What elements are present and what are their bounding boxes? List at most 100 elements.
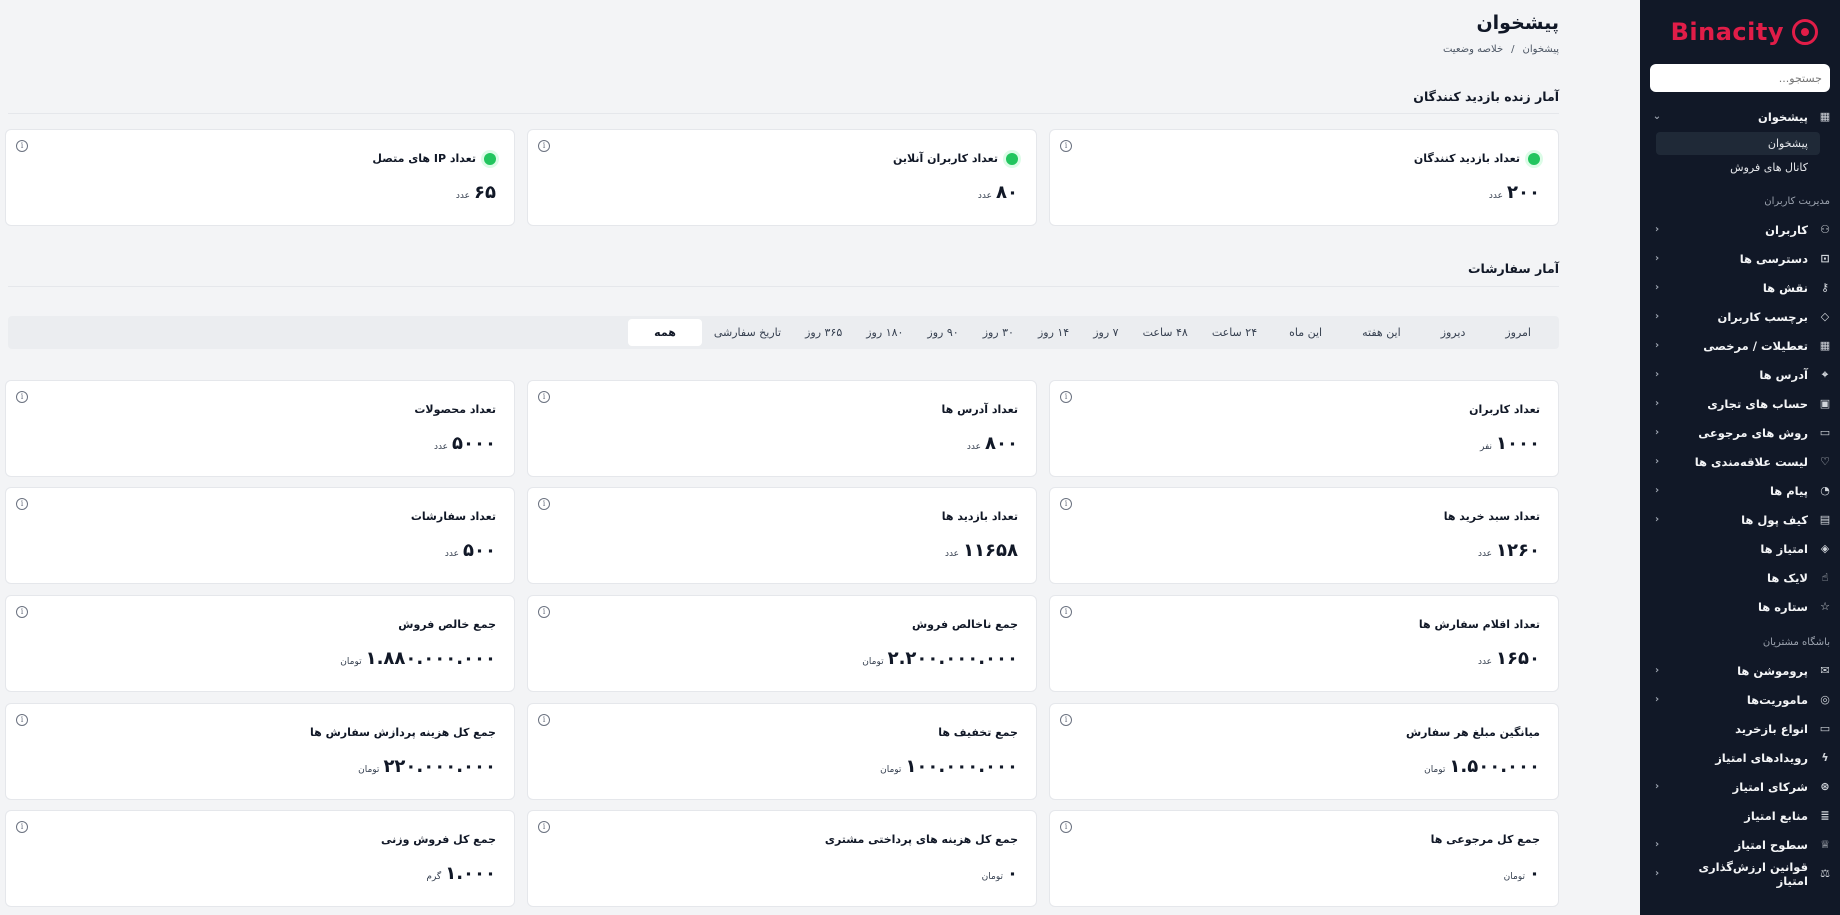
sidebar-item-users-11[interactable]: ◈ امتیاز ها — [1640, 534, 1840, 563]
filter-tab[interactable]: ۲۴ ساعت — [1200, 319, 1269, 346]
info-icon[interactable]: i — [538, 606, 550, 618]
stat-value: ۱۲۶۰ عدد — [1478, 540, 1540, 561]
stat-title-text: جمع کل مرجوعی ها — [1430, 833, 1540, 846]
sidebar-item-dashboard[interactable]: ▦ پیشخوان ⌄ — [1640, 102, 1840, 131]
chevron-left-icon[interactable]: ‹ — [1650, 514, 1664, 525]
info-icon[interactable]: i — [16, 140, 28, 152]
filter-tab[interactable]: ۱۸۰ روز — [854, 319, 915, 346]
stat-unit: عدد — [1477, 657, 1493, 667]
stat-card: تعداد بازدید ها i ۱۱۶۵۸ عدد — [527, 487, 1037, 584]
sidebar-item-club-2[interactable]: ▭ انواع بازخرید — [1640, 714, 1840, 743]
info-icon[interactable]: i — [16, 606, 28, 618]
sidebar-item-users-1[interactable]: ⊡ دسترسی ها ‹ — [1640, 244, 1840, 273]
brand[interactable]: Binacity — [1640, 0, 1840, 64]
key-icon: ⚷ — [1820, 281, 1830, 294]
chevron-left-icon[interactable]: ‹ — [1650, 398, 1664, 409]
sidebar-item-club-1[interactable]: ◎ ماموریت‌ها ‹ — [1640, 685, 1840, 714]
sidebar-item-club-3[interactable]: ϟ رویدادهای امتیاز — [1640, 743, 1840, 772]
info-icon[interactable]: i — [538, 391, 550, 403]
stat-number: ۵۰۰۰ — [452, 433, 496, 454]
info-icon[interactable]: i — [1060, 714, 1072, 726]
points-icon: ◈ — [1820, 542, 1830, 555]
sidebar-item-users-12[interactable]: ☝ لایک ها — [1640, 563, 1840, 592]
info-icon[interactable]: i — [538, 498, 550, 510]
sidebar-item-club-4[interactable]: ⊛ شرکای امتیاز ‹ — [1640, 772, 1840, 801]
filter-tab[interactable]: ۷ روز — [1081, 319, 1130, 346]
location-pin-icon: ⌖ — [1821, 367, 1829, 381]
sidebar-item-users-5[interactable]: ⌖ آدرس ها ‹ — [1640, 360, 1840, 389]
stat-unit: تومان — [1424, 765, 1446, 775]
stat-title: تعداد آدرس ها — [942, 403, 1018, 416]
stat-unit: عدد — [433, 442, 449, 452]
sidebar-item-club-7[interactable]: ⚖ قوانین ارزش‌گذاری امتیاز ‹ — [1640, 859, 1840, 888]
sidebar-item-users-3[interactable]: ◇ برچسب کاربران ‹ — [1640, 302, 1840, 331]
filter-tab[interactable]: ۹۰ روز — [915, 319, 970, 346]
filter-tab[interactable]: این ماه — [1269, 319, 1342, 346]
logo-icon — [1792, 19, 1818, 45]
filter-tab[interactable]: ۳۰ روز — [971, 319, 1026, 346]
sidebar-subitem-sales-channels[interactable]: کانال های فروش — [1656, 156, 1820, 179]
stat-card: تعداد آدرس ها i ۸۰۰ عدد — [527, 380, 1037, 477]
filter-tab[interactable]: تاریخ سفارشی — [702, 319, 793, 346]
info-icon[interactable]: i — [1060, 606, 1072, 618]
info-icon[interactable]: i — [538, 821, 550, 833]
info-icon[interactable]: i — [16, 821, 28, 833]
info-icon[interactable]: i — [1060, 391, 1072, 403]
filter-tab[interactable]: این هفته — [1342, 319, 1421, 346]
chevron-left-icon[interactable]: ‹ — [1650, 369, 1664, 380]
stat-unit: تومان — [1503, 872, 1525, 882]
filter-tab[interactable]: امروز — [1485, 319, 1551, 346]
stat-card: تعداد اقلام سفارش ها i ۱۶۵۰ عدد — [1049, 595, 1559, 692]
chevron-left-icon[interactable]: ‹ — [1650, 253, 1664, 264]
sidebar-item-users-4[interactable]: ▦ تعطیلات / مرخصی ‹ — [1640, 331, 1840, 360]
sidebar-item-label: لایک ها — [1767, 570, 1808, 585]
bell-icon: ◔ — [1820, 484, 1830, 497]
info-icon[interactable]: i — [538, 140, 550, 152]
chevron-down-icon[interactable]: ⌄ — [1650, 111, 1664, 122]
sidebar-item-users-0[interactable]: ⚇ کاربران ‹ — [1640, 215, 1840, 244]
chevron-left-icon[interactable]: ‹ — [1650, 224, 1664, 235]
filter-tab[interactable]: ۱۴ روز — [1026, 319, 1081, 346]
info-icon[interactable]: i — [538, 714, 550, 726]
sidebar-item-users-6[interactable]: ▣ حساب های تجاری ‹ — [1640, 389, 1840, 418]
sidebar-subitem-dashboard[interactable]: پیشخوان — [1656, 132, 1820, 155]
chevron-left-icon[interactable]: ‹ — [1650, 485, 1664, 496]
lock-icon: ⊡ — [1820, 252, 1830, 265]
chevron-left-icon[interactable]: ‹ — [1650, 694, 1664, 705]
sidebar-item-users-8[interactable]: ♡ لیست علاقه‌مندی ها ‹ — [1640, 447, 1840, 476]
stat-title-text: جمع ناخالص فروش — [912, 618, 1018, 631]
chevron-left-icon[interactable]: ‹ — [1650, 456, 1664, 467]
info-icon[interactable]: i — [16, 714, 28, 726]
chevron-left-icon[interactable]: ‹ — [1650, 340, 1664, 351]
sidebar-item-club-6[interactable]: ♕ سطوح امتیاز ‹ — [1640, 830, 1840, 859]
breadcrumb-home[interactable]: پیشخوان — [1523, 44, 1559, 55]
sidebar-item-label: سطوح امتیاز — [1734, 837, 1808, 852]
sidebar-item-users-7[interactable]: ▭ روش های مرجوعی ‹ — [1640, 418, 1840, 447]
filter-tab[interactable]: دیروز — [1421, 319, 1486, 346]
chevron-left-icon[interactable]: ‹ — [1650, 311, 1664, 322]
stat-unit: عدد — [444, 549, 460, 559]
info-icon[interactable]: i — [16, 391, 28, 403]
sidebar-item-club-0[interactable]: ✉ پروموشن ها ‹ — [1640, 656, 1840, 685]
info-icon[interactable]: i — [1060, 498, 1072, 510]
chevron-left-icon[interactable]: ‹ — [1650, 282, 1664, 293]
chevron-left-icon[interactable]: ‹ — [1650, 839, 1664, 850]
sidebar-item-users-13[interactable]: ☆ ستاره ها — [1640, 592, 1840, 621]
chevron-left-icon[interactable]: ‹ — [1650, 665, 1664, 676]
chevron-left-icon[interactable]: ‹ — [1650, 427, 1664, 438]
info-icon[interactable]: i — [1060, 140, 1072, 152]
chevron-left-icon[interactable]: ‹ — [1650, 781, 1664, 792]
filter-tab[interactable]: همه — [628, 319, 702, 346]
chevron-left-icon[interactable]: ‹ — [1650, 868, 1664, 879]
filter-tab[interactable]: ۳۶۵ روز — [793, 319, 854, 346]
info-icon[interactable]: i — [1060, 821, 1072, 833]
sidebar-item-users-2[interactable]: ⚷ نقش ها ‹ — [1640, 273, 1840, 302]
sidebar-item-users-10[interactable]: ▤ کیف پول ها ‹ — [1640, 505, 1840, 534]
sidebar-item-users-9[interactable]: ◔ پیام ها ‹ — [1640, 476, 1840, 505]
info-icon[interactable]: i — [16, 498, 28, 510]
sidebar-item-club-5[interactable]: ≣ منابع امتیاز — [1640, 801, 1840, 830]
stat-title: تعداد بازدید ها — [942, 510, 1018, 523]
search-input[interactable] — [1658, 71, 1822, 85]
stat-value: ۰ تومان — [1504, 863, 1540, 884]
filter-tab[interactable]: ۴۸ ساعت — [1131, 319, 1200, 346]
